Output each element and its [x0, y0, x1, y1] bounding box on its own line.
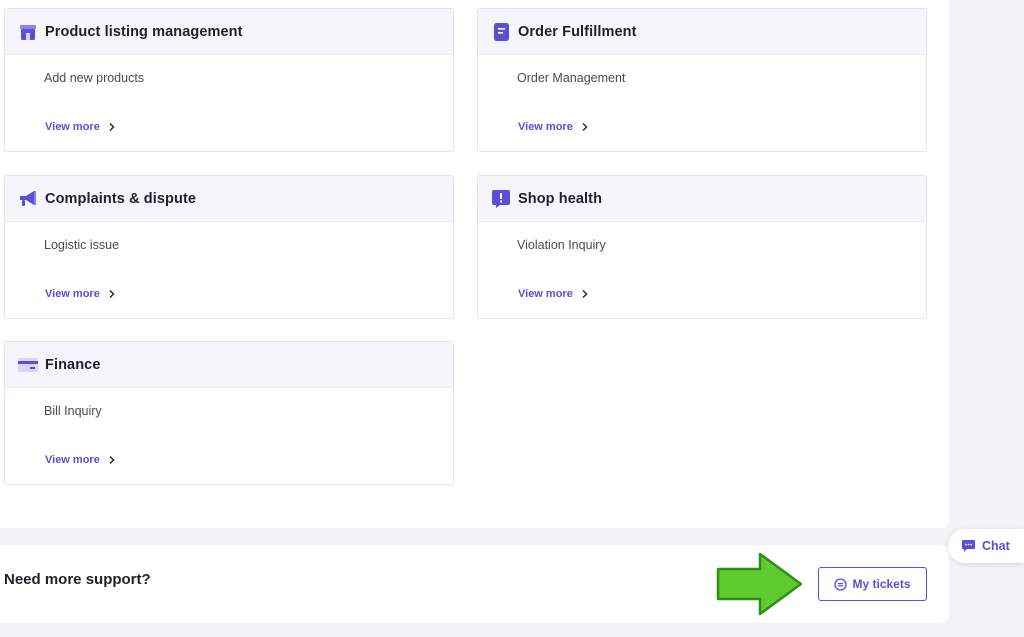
chevron-right-icon [582, 290, 588, 298]
chevron-right-icon [582, 123, 588, 131]
support-section: Need more support? My tickets [0, 545, 949, 623]
chat-button[interactable]: Chat [948, 529, 1024, 563]
megaphone-icon [17, 188, 39, 210]
card-title: Finance [45, 356, 101, 373]
chat-icon [962, 540, 975, 552]
card-subtitle[interactable]: Violation Inquiry [517, 238, 606, 252]
document-icon [490, 21, 512, 43]
card-title: Order Fulfillment [518, 23, 637, 40]
view-more-label: View more [518, 121, 573, 133]
card-title: Product listing management [45, 23, 243, 40]
card-subtitle[interactable]: Order Management [517, 71, 625, 85]
card-header: Order Fulfillment [478, 9, 926, 55]
view-more-link[interactable]: View more [518, 288, 590, 300]
help-center-panel: Product listing management Add new produ… [0, 0, 949, 528]
card-subtitle[interactable]: Logistic issue [44, 238, 119, 252]
view-more-link[interactable]: View more [45, 288, 117, 300]
card-header: Finance [5, 342, 453, 388]
green-arrow-annotation [716, 552, 803, 616]
support-title: Need more support? [4, 571, 151, 588]
my-tickets-button[interactable]: My tickets [818, 567, 927, 601]
my-tickets-label: My tickets [852, 577, 911, 591]
ticket-icon [834, 577, 848, 591]
view-more-link[interactable]: View more [45, 121, 117, 133]
chat-label: Chat [982, 539, 1010, 553]
alert-icon [490, 188, 512, 210]
chevron-right-icon [109, 123, 115, 131]
card-title: Shop health [518, 190, 603, 207]
category-card-finance: Finance Bill Inquiry View more [4, 341, 454, 485]
chevron-right-icon [109, 290, 115, 298]
store-icon [17, 21, 39, 43]
category-card-shop-health: Shop health Violation Inquiry View more [477, 175, 927, 319]
card-header: Complaints & dispute [5, 176, 453, 222]
view-more-label: View more [45, 454, 100, 466]
card-subtitle[interactable]: Bill Inquiry [44, 404, 102, 418]
card-title: Complaints & dispute [45, 190, 197, 207]
category-card-complaints: Complaints & dispute Logistic issue View… [4, 175, 454, 319]
view-more-label: View more [45, 121, 100, 133]
chevron-right-icon [109, 456, 115, 464]
view-more-label: View more [518, 288, 573, 300]
view-more-link[interactable]: View more [518, 121, 590, 133]
category-card-product-listing: Product listing management Add new produ… [4, 8, 454, 152]
card-header: Product listing management [5, 9, 453, 55]
card-header: Shop health [478, 176, 926, 222]
credit-card-icon [17, 354, 39, 376]
category-card-order-fulfillment: Order Fulfillment Order Management View … [477, 8, 927, 152]
view-more-link[interactable]: View more [45, 454, 117, 466]
view-more-label: View more [45, 288, 100, 300]
card-subtitle[interactable]: Add new products [44, 71, 144, 85]
